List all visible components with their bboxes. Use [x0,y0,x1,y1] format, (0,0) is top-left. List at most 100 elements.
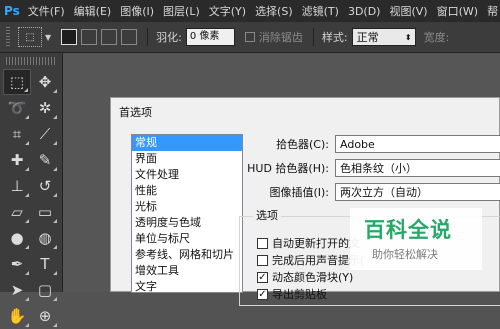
antialias-label: 消除锯齿 [258,31,303,44]
lasso-tool[interactable]: ➰ [3,95,31,121]
chevron-down-icon: ⬍ [404,32,412,42]
style-value: 正常 [356,31,379,44]
eraser-tool[interactable]: ▱ [3,199,31,225]
pen-tool[interactable]: ✒ [3,251,31,277]
subtract-from-selection-button[interactable] [101,29,118,45]
dodge-tool[interactable]: ◍ [31,225,59,251]
menu-help[interactable]: 帮 [487,3,498,19]
flyout-corner-icon [53,115,57,119]
type-icon: T [40,255,50,273]
menu-3d[interactable]: 3D(D) [348,5,381,18]
option-export-clipboard[interactable]: ✓ 导出剪贴板 [257,286,327,302]
menu-view[interactable]: 视图(V) [389,3,427,19]
dynamic-sliders-checkbox[interactable]: ✓ [257,271,268,283]
move-tool[interactable]: ✥ [31,69,59,95]
menu-edit[interactable]: 编辑(E) [74,3,112,19]
flyout-corner-icon [25,167,29,171]
color-picker-select[interactable]: Adobe [335,135,500,153]
options-bar: ⬚ ▼ 羽化: 0 像素 消除锯齿 样式: 正常 ⬍ 宽度: [0,22,500,53]
export-clipboard-checkbox[interactable]: ✓ [257,288,268,300]
flyout-corner-icon [25,271,29,275]
new-selection-button[interactable] [61,29,78,45]
move-icon: ✥ [38,73,52,91]
pen-icon: ✒ [10,255,24,273]
crop-tool[interactable]: ⌗ [3,121,31,147]
toolbox: ⬚ ✥ ➰ ✲ ⌗ ⟋ ✚ ✎ ⊥ ↺ ▱ ▭ ● ◍ ✒ T ➤ ▢ ✋ ⊕ [0,53,63,327]
toolbox-grip[interactable] [6,57,56,65]
menu-bar: Ps 文件(F) 编辑(E) 图像(I) 图层(L) 文字(Y) 选择(S) 滤… [0,0,500,22]
menu-filter[interactable]: 滤镜(T) [302,3,339,19]
flyout-corner-icon [25,245,29,249]
beep-checkbox[interactable] [257,254,268,266]
chevron-down-icon[interactable]: ▼ [45,33,51,42]
interpolation-label: 图像插值(I): [269,186,329,199]
style-select[interactable]: 正常 ⬍ [351,28,416,46]
nav-item[interactable]: 透明度与色域 [132,215,242,231]
interpolation-row: 图像插值(I): 两次立方（自动） [261,183,500,201]
flyout-corner-icon [25,297,29,301]
nav-item[interactable]: 增效工具 [132,263,242,279]
option-beep[interactable]: 完成后用声音提示( [257,252,364,268]
antialias-checkbox[interactable] [244,32,255,42]
nav-item[interactable]: 常规 [132,135,242,151]
blur-icon: ● [10,229,24,247]
dialog-title: 首选项 [119,106,152,119]
menu-layer[interactable]: 图层(L) [163,3,200,19]
history-brush-icon: ↺ [38,177,52,195]
rectangular-marquee-tool[interactable]: ⬚ [3,69,31,95]
nav-item[interactable]: 文件处理 [132,167,242,183]
eyedropper-icon: ⟋ [39,125,51,143]
divider [312,28,314,46]
color-picker-label: 拾色器(C): [276,138,329,151]
magic-wand-tool[interactable]: ✲ [31,95,59,121]
healing-brush-tool[interactable]: ✚ [3,147,31,173]
zoom-icon: ⊕ [38,307,52,325]
flyout-corner-icon [24,88,28,92]
watermark: 百科全说 助你轻松解决 [350,208,482,270]
history-brush-tool[interactable]: ↺ [31,173,59,199]
menu-type[interactable]: 文字(Y) [209,3,246,19]
option-dynamic-sliders[interactable]: ✓ 动态颜色滑块(Y) [257,269,353,285]
rectangular-marquee-icon: ⬚ [9,73,25,91]
hud-picker-label: HUD 拾色器(H): [247,162,329,175]
brush-icon: ✎ [38,151,52,169]
divider [147,28,149,46]
menu-select[interactable]: 选择(S) [255,3,293,19]
color-picker-row: 拾色器(C): Adobe [261,135,500,153]
flyout-corner-icon [53,323,57,327]
clone-stamp-tool[interactable]: ⊥ [3,173,31,199]
add-to-selection-button[interactable] [81,29,98,45]
preferences-nav-list[interactable]: 常规 界面 文件处理 性能 光标 透明度与色域 单位与标尺 参考线、网格和切片 增效工具 文字 [131,134,243,293]
menu-file[interactable]: 文件(F) [28,3,65,19]
option-auto-update[interactable]: 自动更新打开的文 [257,235,360,251]
flyout-corner-icon [53,219,57,223]
tool-preset-picker[interactable]: ⬚ [18,27,42,47]
zoom-tool[interactable]: ⊕ [31,303,59,329]
auto-update-checkbox[interactable] [257,237,268,249]
feather-input[interactable]: 0 像素 [185,28,235,46]
nav-item[interactable]: 界面 [132,151,242,167]
nav-item[interactable]: 参考线、网格和切片 [132,247,242,263]
hand-tool[interactable]: ✋ [3,303,31,329]
feather-label: 羽化: [156,31,182,44]
nav-item[interactable]: 性能 [132,183,242,199]
nav-item[interactable]: 文字 [132,279,242,292]
eyedropper-tool[interactable]: ⟋ [31,121,59,147]
intersect-selection-button[interactable] [121,29,138,45]
menu-image[interactable]: 图像(I) [120,3,154,19]
type-tool[interactable]: T [31,251,59,277]
brush-tool[interactable]: ✎ [31,147,59,173]
options-bar-grip[interactable] [6,27,10,47]
path-selection-tool[interactable]: ➤ [3,277,31,303]
blur-tool[interactable]: ● [3,225,31,251]
rectangle-tool[interactable]: ▢ [31,277,59,303]
flyout-corner-icon [25,219,29,223]
flyout-corner-icon [53,141,57,145]
hud-picker-select[interactable]: 色相条纹（小） [335,159,500,177]
flyout-corner-icon [25,193,29,197]
nav-item[interactable]: 光标 [132,199,242,215]
nav-item[interactable]: 单位与标尺 [132,231,242,247]
interpolation-select[interactable]: 两次立方（自动） [335,183,500,201]
menu-window[interactable]: 窗口(W) [437,3,478,19]
gradient-tool[interactable]: ▭ [31,199,59,225]
